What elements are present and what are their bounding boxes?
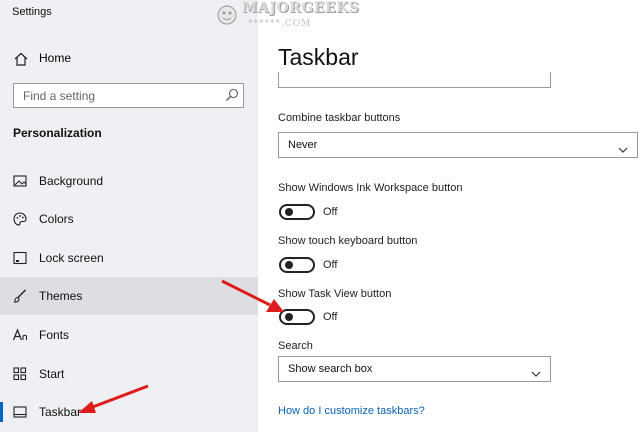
customize-taskbars-link[interactable]: How do I customize taskbars? [278,405,425,417]
sidebar-item-colors[interactable]: Colors [0,200,258,238]
combine-taskbar-dropdown[interactable]: Never [278,132,638,158]
brush-icon [12,288,28,304]
font-icon [12,327,28,343]
ink-workspace-state: Off [323,206,338,218]
sidebar-item-themes[interactable]: Themes [0,277,258,315]
task-view-toggle[interactable] [279,309,315,325]
toggle-knob [285,261,293,269]
watermark-text: MAJORGEEKS [242,0,360,16]
search-label: Search [278,340,313,352]
toggle-knob [285,313,293,321]
monitor-icon [12,250,28,266]
sidebar-item-lock-screen[interactable]: Lock screen [0,239,258,277]
page-title: Taskbar [278,44,359,70]
combine-label: Combine taskbar buttons [278,112,401,124]
toggle-knob [285,208,293,216]
section-title: Personalization [13,126,102,140]
sidebar-item-fonts[interactable]: Fonts [0,316,258,354]
dropdown-value: Never [288,139,318,151]
sidebar-item-taskbar[interactable]: Taskbar [0,393,258,431]
watermark-subtext: ******.COM [248,19,312,29]
sidebar-item-label: Lock screen [39,251,104,265]
sidebar-item-label: Taskbar [39,405,82,419]
window-title: Settings [12,6,52,18]
previous-dropdown[interactable] [278,72,551,88]
sidebar-item-background[interactable]: Background [0,162,258,200]
sidebar-item-home[interactable]: Home [0,46,258,72]
search-dropdown[interactable]: Show search box [278,356,551,382]
search-icon[interactable] [225,88,239,102]
dropdown-value: Show search box [288,363,373,375]
sidebar-item-label: Themes [39,289,83,303]
task-view-label: Show Task View button [278,288,392,300]
watermark-logo-icon [217,5,237,25]
chevron-down-icon [618,141,628,153]
taskbar-icon [12,404,28,420]
home-icon [14,52,28,66]
selected-indicator [0,402,3,422]
sidebar-item-label: Background [39,174,104,188]
chevron-down-icon [531,365,541,377]
touch-keyboard-toggle[interactable] [279,257,315,273]
search-input[interactable] [14,84,214,107]
task-view-state: Off [323,311,338,323]
sidebar-item-label: Fonts [39,328,70,342]
palette-icon [12,211,28,227]
majorgeeks-watermark: MAJORGEEKS ******.COM [212,0,359,40]
main-content: Taskbar Combine taskbar buttons Never Sh… [258,0,640,432]
ink-workspace-label: Show Windows Ink Workspace button [278,182,463,194]
sidebar-item-label: Start [39,367,65,381]
sidebar-item-label: Colors [39,212,74,226]
touch-keyboard-label: Show touch keyboard button [278,235,418,247]
sidebar: Settings Home Personalization Background… [0,0,258,432]
touch-keyboard-state: Off [323,259,338,271]
find-setting-search[interactable] [13,83,244,108]
sidebar-item-start[interactable]: Start [0,355,258,393]
sidebar-item-label: Home [39,51,72,65]
picture-icon [12,173,28,189]
start-tiles-icon [12,366,28,382]
ink-workspace-toggle[interactable] [279,204,315,220]
